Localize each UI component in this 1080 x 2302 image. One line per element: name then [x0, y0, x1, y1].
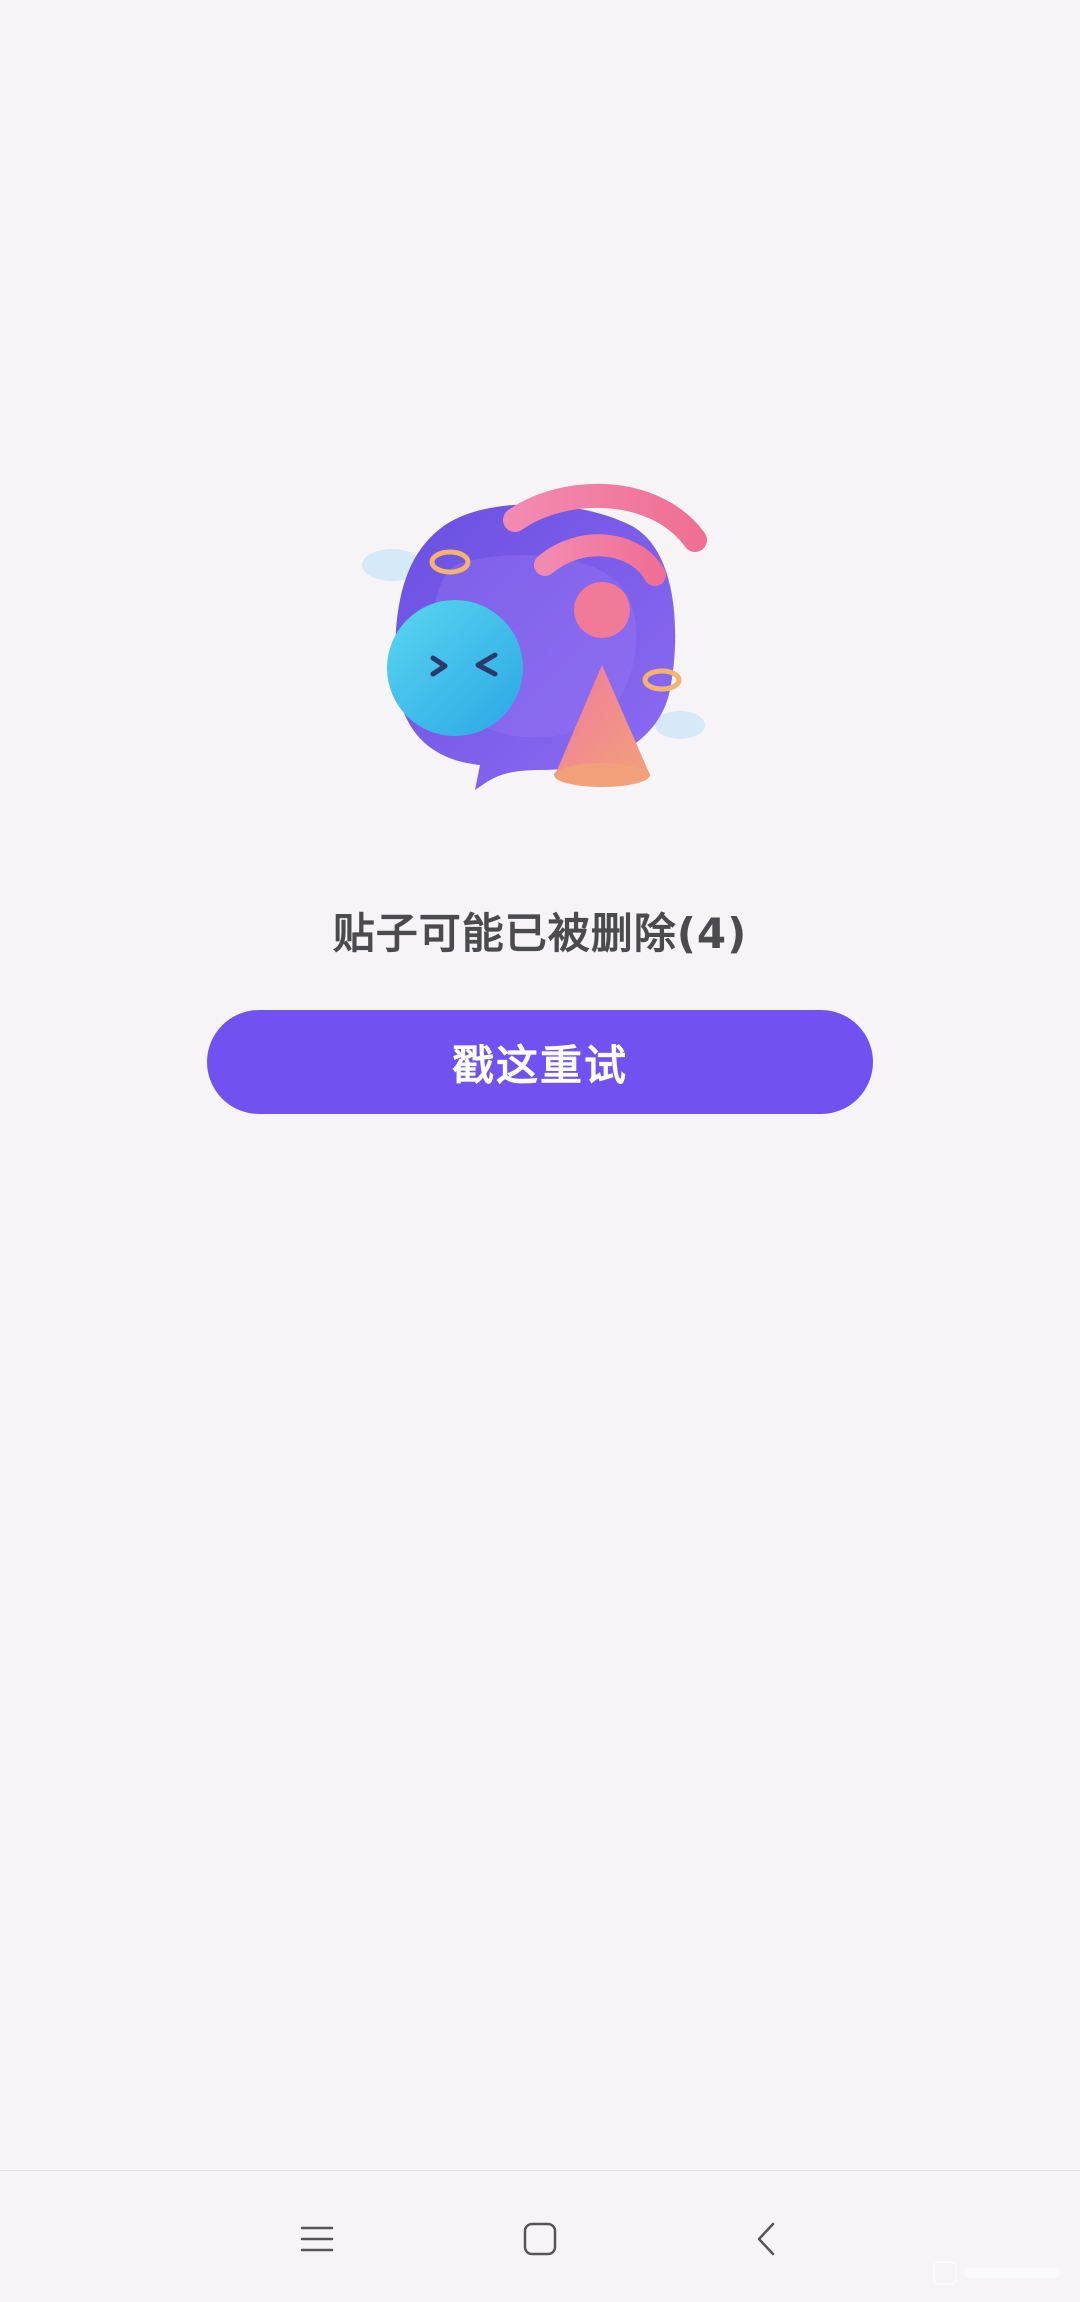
watermark-logo: [933, 2261, 1060, 2285]
error-message: 贴子可能已被删除(4): [332, 909, 748, 958]
back-button[interactable]: [727, 2199, 807, 2279]
system-navigation-bar: [0, 2170, 1080, 2302]
back-icon: [757, 2222, 775, 2256]
wifi-dot: [574, 582, 630, 638]
home-button[interactable]: [500, 2199, 580, 2279]
home-icon: [523, 2222, 557, 2256]
menu-button[interactable]: [277, 2199, 357, 2279]
menu-icon: [300, 2226, 334, 2252]
cone-base: [554, 763, 650, 787]
cloud-right: [655, 711, 705, 739]
face-circle: [387, 600, 523, 736]
network-error-illustration: [362, 483, 707, 790]
retry-button[interactable]: 戳这重试: [207, 1010, 873, 1114]
